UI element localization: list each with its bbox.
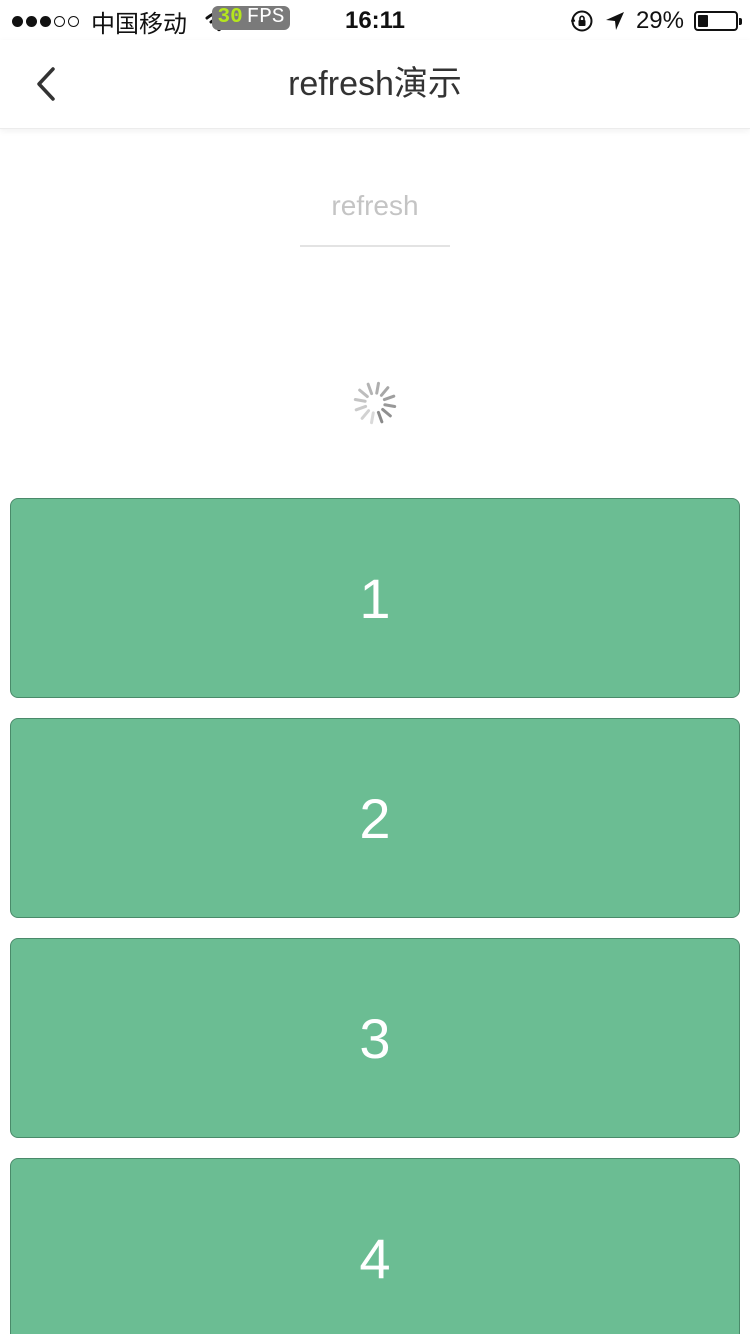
status-right: 29% bbox=[570, 6, 742, 36]
navigation-bar: refresh演示 bbox=[0, 40, 750, 129]
spinner-spoke bbox=[383, 403, 397, 408]
status-bar: 中国移动 30 FPS 16:11 29% bbox=[0, 0, 750, 40]
app-screen: 中国移动 30 FPS 16:11 29% refresh演示 refresh … bbox=[0, 0, 750, 1334]
list-item-3[interactable]: 3 bbox=[10, 938, 740, 1138]
spinner-spoke bbox=[375, 381, 380, 395]
orientation-lock-icon bbox=[570, 10, 593, 32]
spinner-spoke bbox=[366, 382, 374, 396]
refresh-divider bbox=[300, 245, 450, 247]
list-item-label: 4 bbox=[359, 1226, 391, 1290]
page-title: refresh演示 bbox=[288, 65, 462, 103]
list-item-4[interactable]: 4 bbox=[10, 1158, 740, 1334]
spinner-spoke bbox=[353, 398, 367, 403]
battery-tip bbox=[739, 18, 742, 25]
loading-spinner-icon bbox=[353, 381, 397, 425]
spinner-spoke bbox=[370, 411, 375, 425]
spinner-spoke bbox=[382, 394, 396, 402]
list-item-label: 3 bbox=[359, 1006, 391, 1070]
spinner-spoke bbox=[360, 409, 371, 420]
list-item-1[interactable]: 1 bbox=[10, 498, 740, 698]
spinner-spoke bbox=[381, 407, 392, 418]
location-arrow-icon bbox=[605, 12, 624, 30]
battery-percent: 29% bbox=[635, 7, 684, 34]
battery-level bbox=[698, 15, 708, 27]
battery-icon bbox=[694, 11, 742, 31]
list-item-2[interactable]: 2 bbox=[10, 718, 740, 918]
spinner-spoke bbox=[379, 386, 390, 397]
list-item-label: 2 bbox=[359, 786, 391, 850]
spinner-spoke bbox=[376, 410, 384, 424]
spinner-spoke bbox=[358, 388, 369, 399]
list-item-label: 1 bbox=[359, 566, 391, 630]
spinner-spoke bbox=[354, 404, 368, 412]
refresh-label: refresh bbox=[331, 190, 419, 221]
